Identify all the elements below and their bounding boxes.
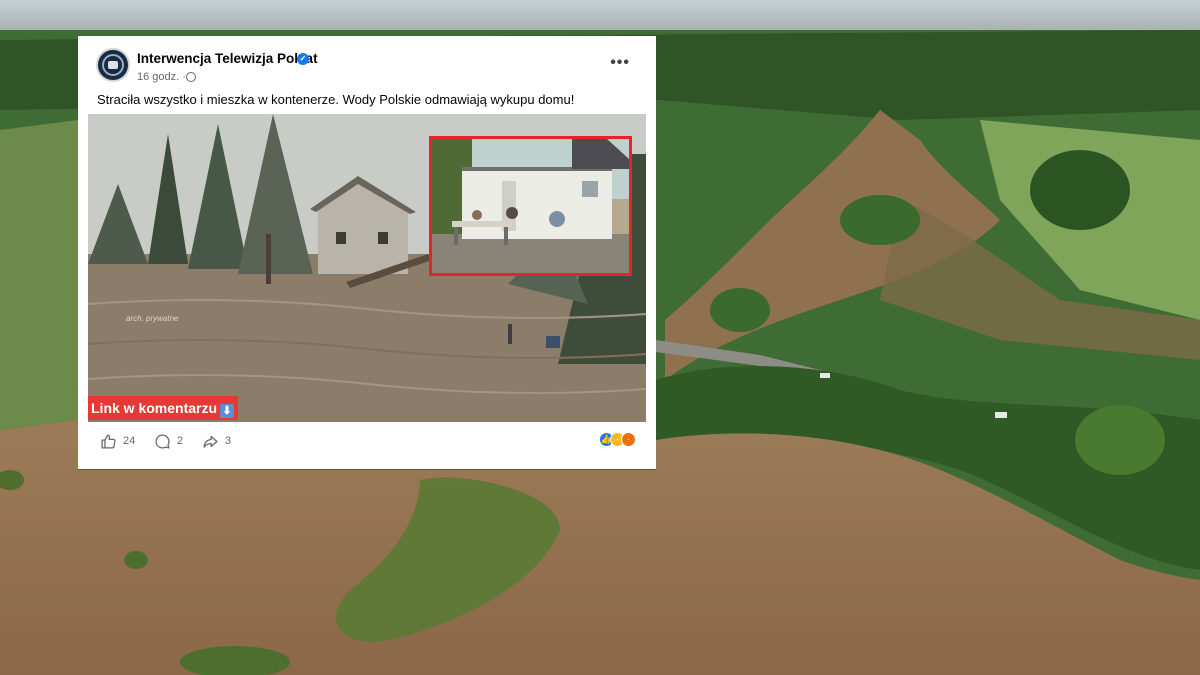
down-arrow-icon: ⬇ (220, 404, 235, 418)
comment-button[interactable]: 2 (154, 431, 183, 451)
link-in-comment-banner: Link w komentarzu ⬇ (88, 396, 239, 420)
comment-count: 2 (177, 435, 184, 447)
inset-container-photo (429, 136, 632, 276)
post-timestamp[interactable]: 16 godz. · (137, 71, 186, 83)
verified-badge-icon: ✓ (297, 53, 309, 65)
page-avatar[interactable] (96, 48, 130, 82)
page-name[interactable]: Interwencja Telewizja Polsat (137, 51, 318, 66)
facebook-post-card: Interwencja Telewizja Polsat ✓ 16 godz. … (78, 36, 656, 469)
angry-reaction-icon: · (621, 432, 636, 447)
thumbs-up-icon (101, 433, 116, 449)
share-arrow-icon (203, 435, 218, 448)
share-count: 3 (225, 435, 232, 447)
like-count: 24 (123, 435, 136, 447)
post-actions-bar: 24 2 3 👍 · · (88, 428, 646, 454)
like-button[interactable]: 24 (100, 431, 135, 451)
post-container: Interwencja Telewizja Polsat ✓ 16 godz. … (88, 40, 646, 461)
more-options-button[interactable]: ••• (610, 54, 630, 72)
globe-icon (186, 72, 196, 82)
post-photo[interactable]: arch. prywatne Link w komentarzu ⬇ (88, 114, 646, 422)
photo-watermark: arch. prywatne (126, 314, 179, 323)
link-banner-label: Link w komentarzu (91, 400, 218, 416)
avatar-logo-mark (108, 61, 118, 69)
share-button[interactable]: 3 (202, 431, 231, 451)
reactions-summary[interactable]: 👍 · · (599, 432, 636, 447)
comment-bubble-icon (155, 433, 170, 449)
post-text: Straciła wszystko i mieszka w kontenerze… (97, 92, 575, 107)
